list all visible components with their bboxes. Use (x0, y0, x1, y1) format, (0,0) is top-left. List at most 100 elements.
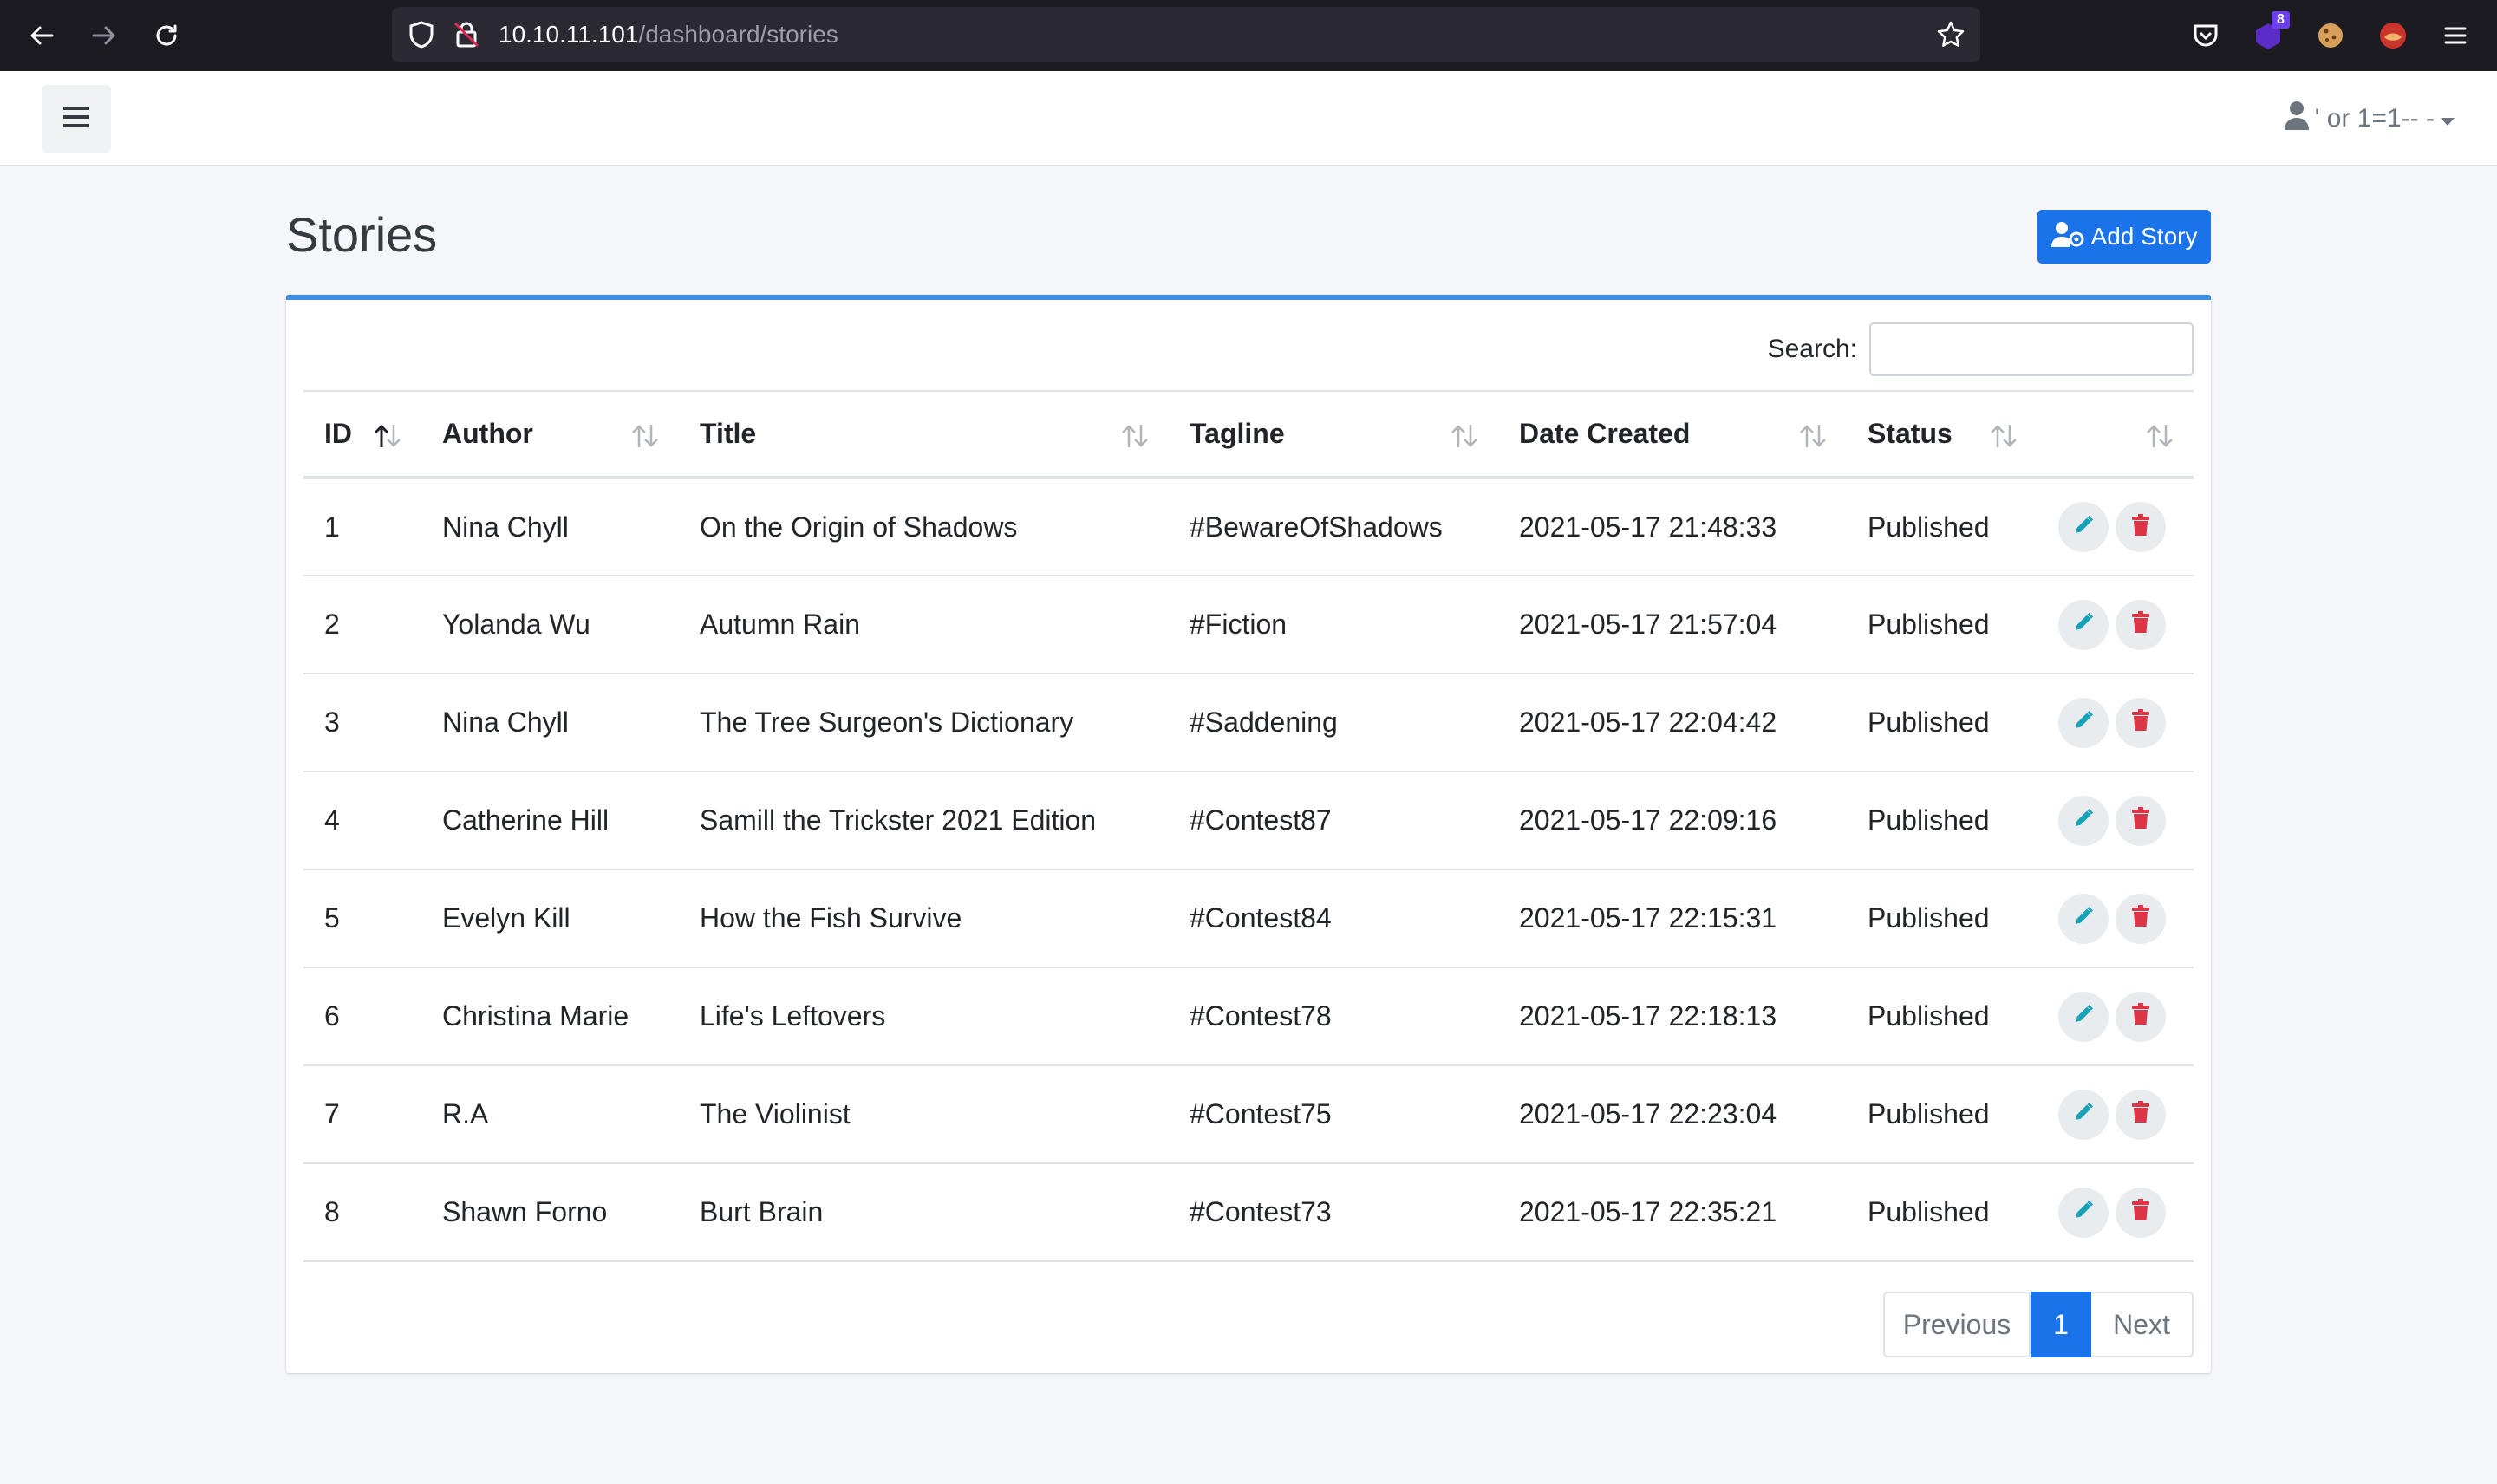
column-header-id[interactable]: ID (303, 390, 421, 479)
user-name: ' or 1=1-- - (2314, 104, 2435, 133)
cell-date-created: 2021-05-17 21:57:04 (1498, 576, 1847, 674)
sort-icon (1122, 425, 1148, 447)
cell-id: 6 (303, 967, 421, 1066)
cell-tagline: #Contest78 (1169, 967, 1498, 1066)
cell-date-created: 2021-05-17 22:23:04 (1498, 1065, 1847, 1164)
app-menu-icon[interactable] (2435, 15, 2476, 56)
pencil-icon (2072, 1098, 2095, 1130)
cell-author: Yolanda Wu (421, 576, 679, 674)
cell-author: Evelyn Kill (421, 869, 679, 968)
trash-icon (2131, 902, 2150, 934)
edit-story-button[interactable] (2058, 991, 2109, 1042)
column-header-status[interactable]: Status (1847, 390, 2037, 479)
cell-actions (2037, 1163, 2194, 1262)
pencil-icon (2072, 1000, 2095, 1032)
table-row: 7 R.A The Violinist #Contest75 2021-05-17 22… (303, 1065, 2194, 1164)
cell-status: Published (1847, 771, 2037, 870)
add-story-label: Add Story (2090, 223, 2198, 250)
cell-status: Published (1847, 1163, 2037, 1262)
edit-story-button[interactable] (2058, 893, 2109, 944)
user-icon (2284, 101, 2310, 137)
trash-icon (2131, 609, 2150, 641)
cell-tagline: #Saddening (1169, 674, 1498, 772)
previous-page-button[interactable]: Previous (1883, 1292, 2031, 1357)
insecure-lock-icon[interactable] (451, 19, 482, 50)
cell-actions (2037, 576, 2194, 674)
foxyproxy-icon[interactable] (2372, 15, 2414, 56)
cell-tagline: #Contest84 (1169, 869, 1498, 968)
delete-story-button[interactable] (2116, 1187, 2166, 1238)
column-header-actions[interactable] (2037, 390, 2194, 479)
back-icon[interactable] (21, 15, 62, 56)
trash-icon (2131, 1098, 2150, 1130)
delete-story-button[interactable] (2116, 502, 2166, 552)
trash-icon (2131, 1000, 2150, 1032)
edit-story-button[interactable] (2058, 502, 2109, 552)
cell-author: Nina Chyll (421, 478, 679, 576)
sidebar-toggle-button[interactable] (42, 85, 111, 153)
search-label: Search: (1767, 335, 1857, 363)
delete-story-button[interactable] (2116, 795, 2166, 846)
cell-id: 7 (303, 1065, 421, 1164)
column-header-title[interactable]: Title (679, 390, 1169, 479)
url-host: 10.10.11.101 (499, 21, 639, 48)
cell-tagline: #Contest73 (1169, 1163, 1498, 1262)
reload-icon[interactable] (146, 15, 187, 56)
cell-status: Published (1847, 478, 2037, 576)
column-header-date-created[interactable]: Date Created (1498, 390, 1847, 479)
url-bar[interactable]: 10.10.11.101/dashboard/stories (392, 7, 1980, 62)
cell-id: 8 (303, 1163, 421, 1262)
forward-icon[interactable] (83, 15, 125, 56)
extension-icon[interactable]: 8 (2247, 11, 2290, 56)
delete-story-button[interactable] (2116, 1089, 2166, 1140)
cell-author: R.A (421, 1065, 679, 1164)
search-area: Search: (1768, 322, 2194, 376)
pencil-icon (2072, 609, 2095, 641)
table-row: 1 Nina Chyll On the Origin of Shadows #Bewa… (303, 478, 2194, 576)
user-menu[interactable]: ' or 1=1-- - (2284, 97, 2455, 140)
url-text[interactable]: 10.10.11.101/dashboard/stories (499, 7, 838, 62)
delete-story-button[interactable] (2116, 697, 2166, 748)
pencil-icon (2072, 511, 2095, 543)
cell-tagline: #Fiction (1169, 576, 1498, 674)
shield-icon[interactable] (406, 19, 437, 50)
pocket-icon[interactable] (2185, 15, 2226, 56)
cell-date-created: 2021-05-17 21:48:33 (1498, 478, 1847, 576)
cell-date-created: 2021-05-17 22:04:42 (1498, 674, 1847, 772)
delete-story-button[interactable] (2116, 893, 2166, 944)
trash-icon (2131, 706, 2150, 739)
cell-status: Published (1847, 869, 2037, 968)
edit-story-button[interactable] (2058, 599, 2109, 650)
edit-story-button[interactable] (2058, 1187, 2109, 1238)
cell-author: Shawn Forno (421, 1163, 679, 1262)
column-header-tagline[interactable]: Tagline (1169, 390, 1498, 479)
page-1-button[interactable]: 1 (2031, 1292, 2091, 1357)
edit-story-button[interactable] (2058, 795, 2109, 846)
search-input[interactable] (1869, 322, 2194, 376)
bookmark-star-icon[interactable] (1935, 19, 1966, 50)
user-cog-icon (2050, 221, 2084, 253)
edit-story-button[interactable] (2058, 1089, 2109, 1140)
cell-author: Christina Marie (421, 967, 679, 1066)
hamburger-icon (63, 106, 89, 133)
cell-status: Published (1847, 1065, 2037, 1164)
delete-story-button[interactable] (2116, 599, 2166, 650)
cell-title: The Tree Surgeon's Dictionary (679, 674, 1169, 772)
row-actions (2058, 893, 2194, 944)
pencil-icon (2072, 804, 2095, 836)
stories-table: ID Author Title Tagline Date Created Sta… (303, 390, 2194, 1262)
edit-story-button[interactable] (2058, 697, 2109, 748)
cookie-icon[interactable] (2310, 15, 2351, 56)
delete-story-button[interactable] (2116, 991, 2166, 1042)
cell-actions (2037, 674, 2194, 772)
pencil-icon (2072, 902, 2095, 934)
row-actions (2058, 795, 2194, 846)
cell-title: Samill the Trickster 2021 Edition (679, 771, 1169, 870)
next-page-button[interactable]: Next (2091, 1292, 2194, 1357)
column-header-author[interactable]: Author (421, 390, 679, 479)
cell-actions (2037, 478, 2194, 576)
cell-id: 1 (303, 478, 421, 576)
cell-tagline: #BewareOfShadows (1169, 478, 1498, 576)
add-story-button[interactable]: Add Story (2037, 210, 2211, 264)
cell-title: How the Fish Survive (679, 869, 1169, 968)
